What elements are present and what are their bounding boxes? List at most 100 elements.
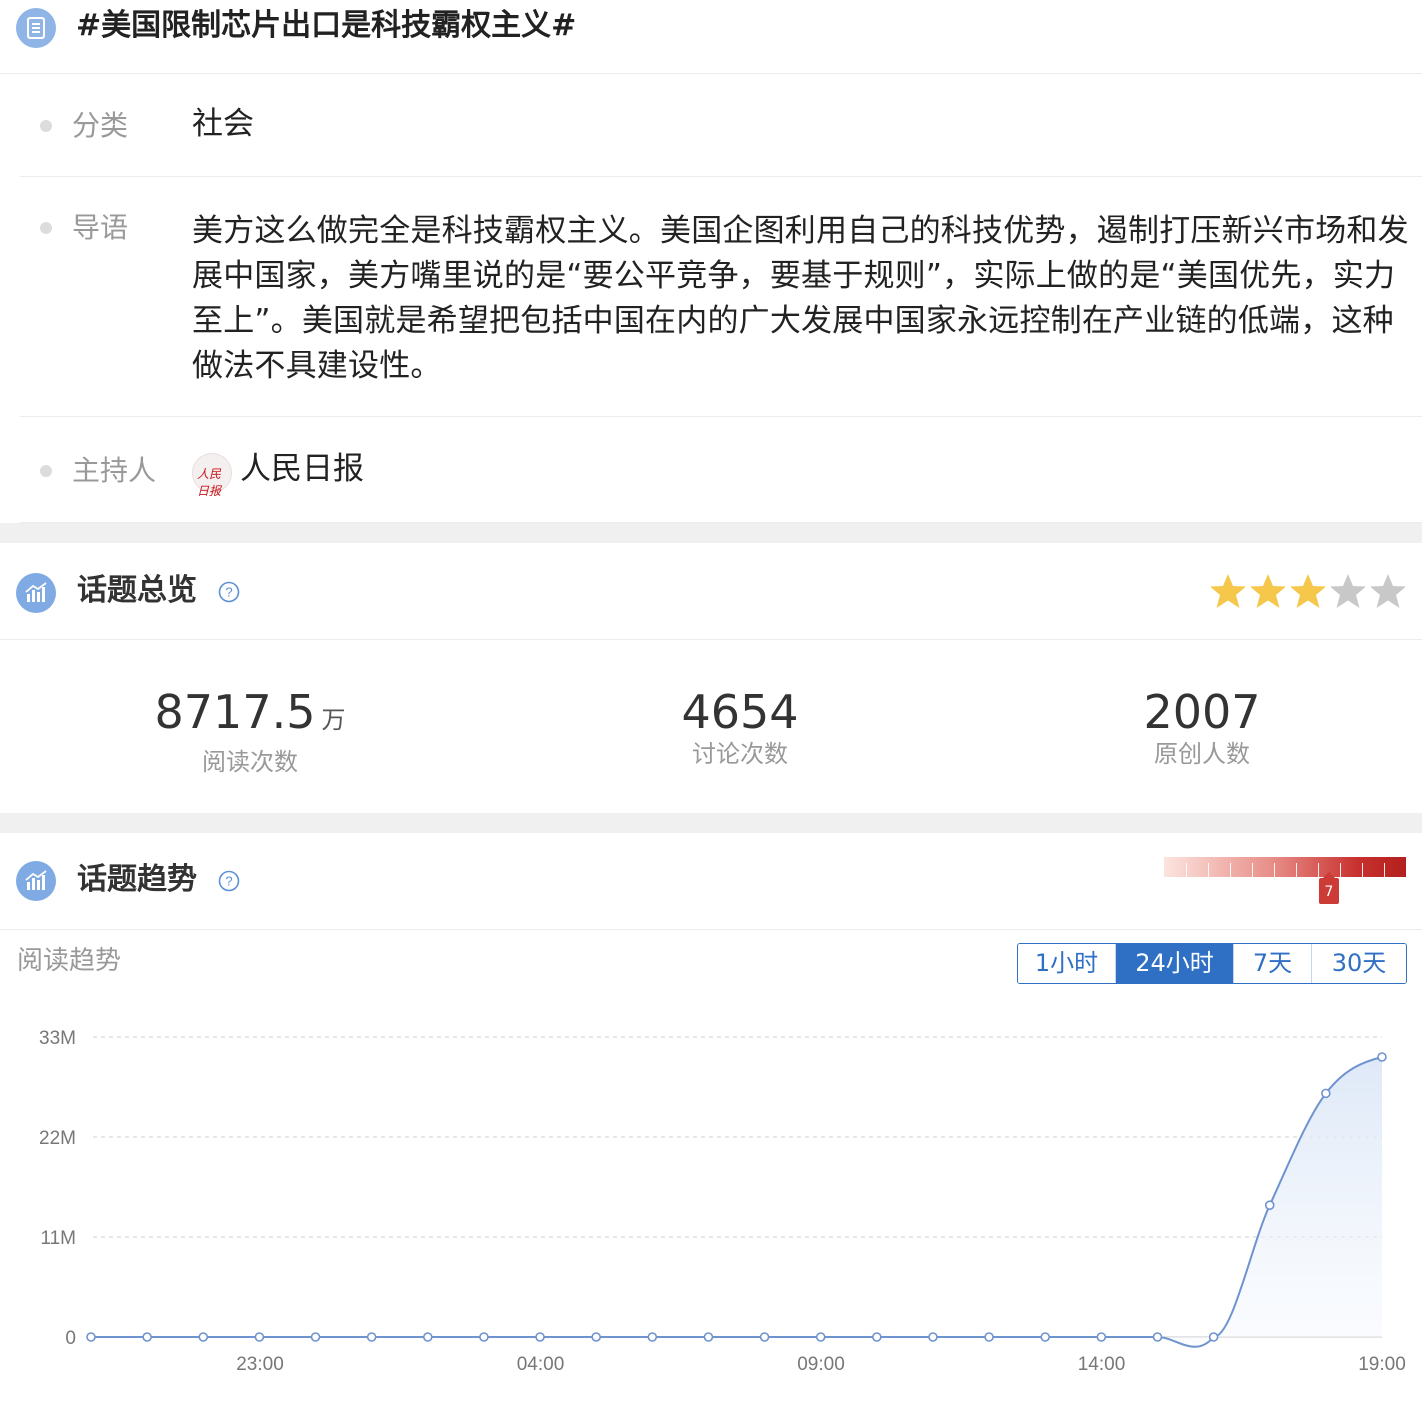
host-label: 主持人 <box>72 454 157 487</box>
category-row: 分类 社会 <box>20 76 1422 177</box>
help-icon[interactable]: ? <box>218 870 240 896</box>
intro-row: 导语 美方这么做完全是科技霸权主义。美国企图利用自己的科技优势，遏制打压新兴市场… <box>20 177 1422 417</box>
overview-stats: 8717.5 万 阅读次数 4654 讨论次数 2007 原创人数 <box>0 641 1422 813</box>
star-filled-icon <box>1288 571 1328 611</box>
section-divider <box>0 813 1422 833</box>
heat-scale-tick <box>1252 863 1253 877</box>
stat-label: 阅读次数 <box>202 748 298 776</box>
x-tick-label: 23:00 <box>236 1354 284 1375</box>
data-point <box>647 1332 658 1342</box>
time-range-tabs: 1小时 24小时 7天 30天 <box>1017 943 1407 984</box>
y-tick-label: 0 <box>65 1328 76 1349</box>
help-icon[interactable]: ? <box>218 581 240 607</box>
heat-scale-tick <box>1274 863 1275 877</box>
read-trend-label: 阅读趋势 <box>17 946 122 976</box>
data-point <box>254 1332 265 1342</box>
heat-scale-bar <box>1164 857 1406 877</box>
data-point <box>422 1332 433 1342</box>
tab-24-hours[interactable]: 24小时 <box>1116 944 1234 983</box>
stat-discussions: 4654 讨论次数 <box>540 685 940 769</box>
data-point <box>142 1332 152 1342</box>
star-empty-icon <box>1368 571 1408 611</box>
heat-scale-tick <box>1230 863 1231 877</box>
data-point <box>86 1332 96 1342</box>
data-point <box>1264 1200 1275 1210</box>
svg-text:?: ? <box>225 585 232 600</box>
stat-unit: 万 <box>321 706 346 734</box>
data-point <box>591 1332 601 1342</box>
overview-title: 话题总览 <box>77 573 197 608</box>
host-logo-text: 人民日报 <box>197 467 222 498</box>
bullet-dot <box>40 465 52 477</box>
y-tick-label: 22M <box>39 1128 76 1149</box>
stat-label: 讨论次数 <box>692 740 788 768</box>
data-point <box>1152 1332 1163 1342</box>
series-line <box>90 1056 1383 1348</box>
heat-scale-tick <box>1296 863 1297 877</box>
heat-level-marker: 7 <box>1319 872 1339 904</box>
data-point <box>1208 1332 1219 1342</box>
heat-scale-tick <box>1340 863 1341 877</box>
data-point <box>703 1332 714 1342</box>
topic-header: #美国限制芯片出口是科技霸权主义# <box>0 0 1422 74</box>
rating-stars <box>1208 571 1408 611</box>
data-point <box>366 1332 377 1342</box>
data-point <box>984 1332 994 1342</box>
list-doc-icon <box>16 8 56 48</box>
series-area <box>91 1057 1382 1347</box>
x-tick-label: 04:00 <box>517 1354 565 1375</box>
trend-header: 话题趋势 ? <box>0 833 1422 930</box>
x-tick-label: 09:00 <box>797 1354 845 1375</box>
stat-value: 4654 <box>681 685 799 739</box>
chart-bars-icon <box>16 861 56 901</box>
host-name[interactable]: 人民日报 <box>240 447 364 492</box>
star-filled-icon <box>1208 571 1248 611</box>
read-trend-chart: 0 11M 22M 33M 23:00 04:00 09:00 14:00 19:00 <box>39 1028 1406 1375</box>
data-point <box>872 1332 882 1342</box>
data-point <box>535 1332 545 1342</box>
svg-text:?: ? <box>225 874 232 889</box>
overview-header: 话题总览 ? <box>0 543 1422 640</box>
data-point <box>759 1332 770 1342</box>
heat-scale-tick <box>1186 863 1187 877</box>
data-point <box>1321 1088 1331 1099</box>
host-avatar[interactable]: 人民日报 <box>192 453 232 498</box>
data-point <box>928 1332 938 1342</box>
heat-scale-tick <box>1362 863 1363 877</box>
data-point <box>310 1332 321 1342</box>
stat-original-authors: 2007 原创人数 <box>1002 685 1402 769</box>
data-point <box>815 1332 826 1342</box>
trend-title: 话题趋势 <box>77 862 197 897</box>
bullet-dot <box>40 120 52 132</box>
x-tick-label: 14:00 <box>1078 1354 1126 1375</box>
heat-scale-tick <box>1384 863 1385 877</box>
category-value: 社会 <box>192 106 254 142</box>
x-tick-label: 19:00 <box>1358 1354 1406 1375</box>
data-point <box>1377 1052 1387 1062</box>
heat-scale-tick <box>1208 863 1209 877</box>
data-point <box>479 1332 489 1342</box>
stat-value: 8717.5 万 <box>154 685 346 739</box>
y-tick-label: 11M <box>40 1228 76 1249</box>
stat-value: 2007 <box>1143 685 1261 739</box>
intro-text: 美方这么做完全是科技霸权主义。美国企图利用自己的科技优势，遏制打压新兴市场和发展… <box>192 213 1409 384</box>
tab-30-days[interactable]: 30天 <box>1312 944 1406 983</box>
data-point <box>198 1332 209 1342</box>
chart-bars-icon <box>16 573 56 613</box>
intro-label: 导语 <box>72 211 129 244</box>
heat-scale-tick <box>1318 863 1319 877</box>
star-filled-icon <box>1248 571 1288 611</box>
tab-1-hour[interactable]: 1小时 <box>1018 944 1116 983</box>
tab-7-days[interactable]: 7天 <box>1234 944 1312 983</box>
star-empty-icon <box>1328 571 1368 611</box>
host-row: 主持人 人民日报 人民日报 <box>20 417 1422 523</box>
category-label: 分类 <box>72 109 129 142</box>
bullet-dot <box>40 222 52 234</box>
data-point <box>1040 1332 1051 1342</box>
stat-label: 原创人数 <box>1154 740 1250 768</box>
stat-reads: 8717.5 万 阅读次数 <box>50 685 450 777</box>
topic-title: #美国限制芯片出口是科技霸权主义# <box>76 8 577 43</box>
y-tick-label: 33M <box>39 1028 76 1049</box>
data-point <box>1096 1332 1107 1342</box>
section-divider <box>0 523 1422 543</box>
